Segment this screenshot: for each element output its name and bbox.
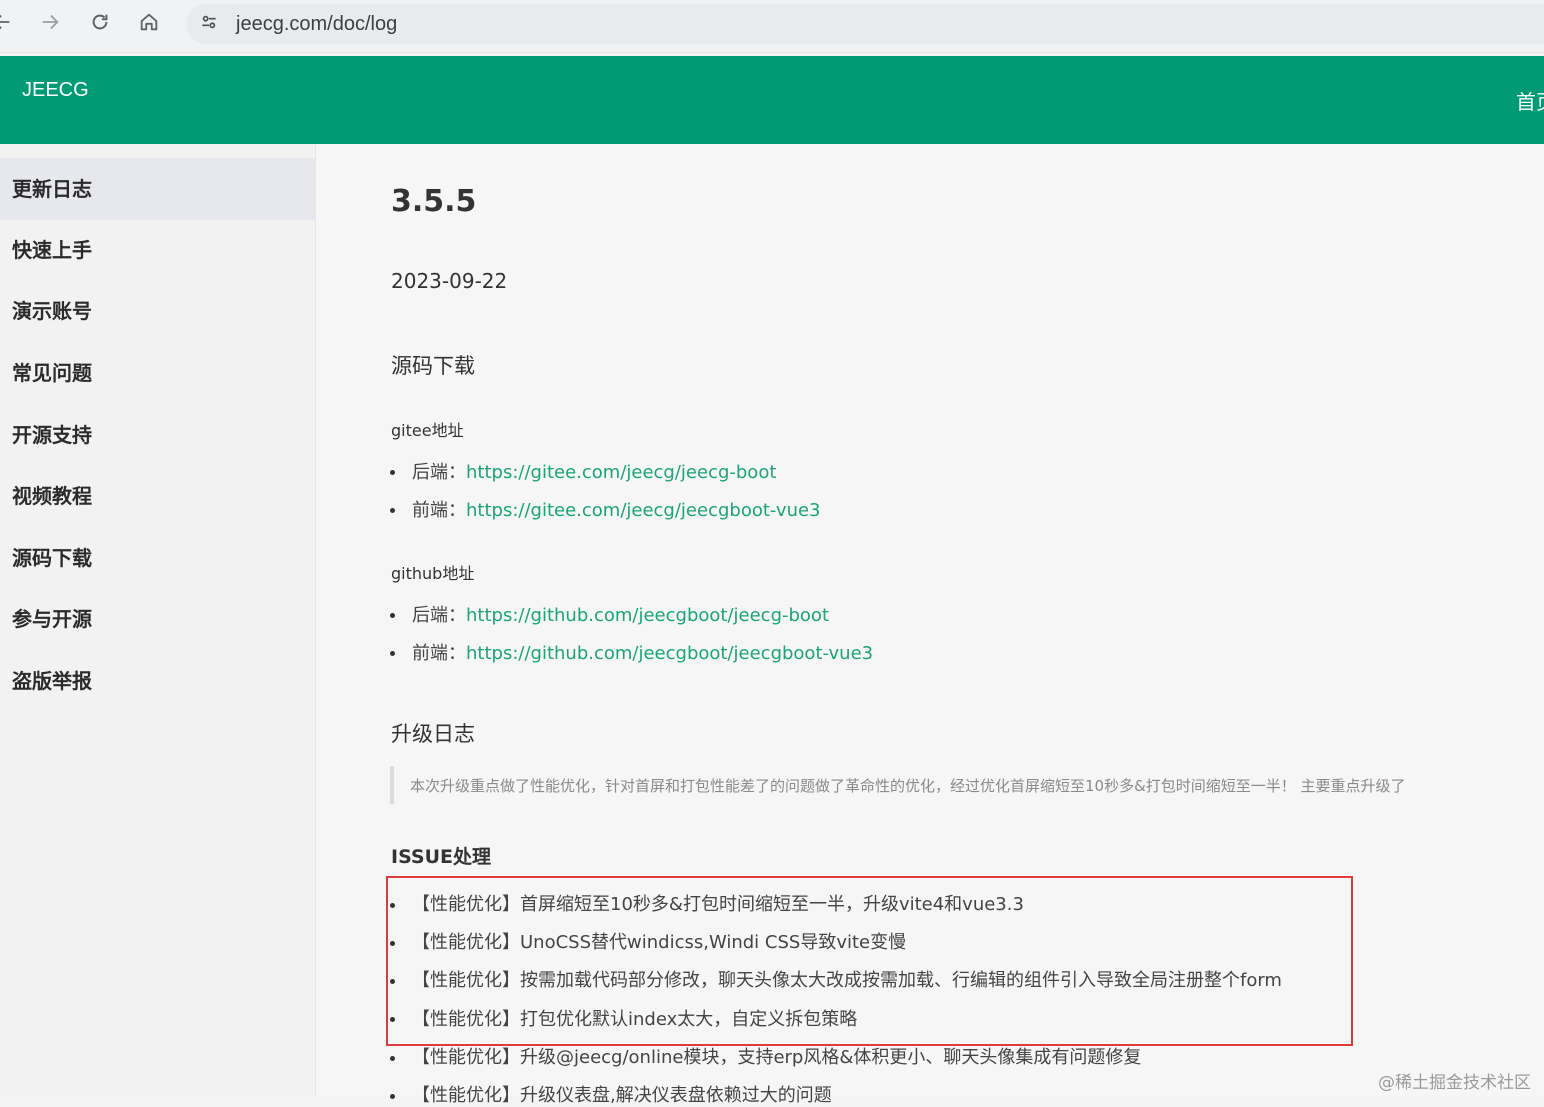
list-item: 前端：https://github.com/jeecgboot/jeecgboo…: [412, 639, 873, 665]
bullet-dot: [390, 613, 395, 618]
sidebar-item-faq[interactable]: 常见问题: [0, 342, 315, 404]
issue-heading: ISSUE处理: [391, 846, 491, 868]
list-item: 前端：https://gitee.com/jeecg/jeecgboot-vue…: [412, 496, 821, 522]
nav-link-home[interactable]: 首页: [1516, 86, 1544, 115]
browser-toolbar: jeecg.com/doc/log: [0, 0, 1544, 53]
list-item-label: 后端：: [412, 462, 466, 483]
upgrade-log-heading: 升级日志: [391, 722, 475, 746]
blockquote: 本次升级重点做了性能优化，针对首屏和打包性能差了的问题做了革命性的优化，经过优化…: [390, 766, 1544, 804]
sidebar-item-demo-account[interactable]: 演示账号: [0, 280, 315, 342]
download-heading: 源码下载: [391, 354, 475, 378]
list-item-label: 后端：: [412, 605, 466, 626]
site-logo[interactable]: JEECG: [22, 79, 89, 102]
sidebar-item-video-tutorial[interactable]: 视频教程: [0, 465, 315, 527]
list-item-label: 前端：: [412, 643, 466, 664]
list-item-label: 前端：: [412, 500, 466, 521]
back-button[interactable]: [0, 8, 18, 40]
issue-item: 【性能优化】升级仪表盘,解决仪表盘依赖过大的问题: [412, 1085, 832, 1106]
arrow-left-icon: [0, 11, 13, 37]
sidebar-item-contribute[interactable]: 参与开源: [0, 588, 315, 650]
bullet-dot: [390, 470, 395, 475]
bullet-dot: [390, 1056, 395, 1061]
bullet-dot: [390, 1094, 395, 1099]
list-item: 后端：https://github.com/jeecgboot/jeecg-bo…: [412, 601, 829, 627]
red-highlight-box: [386, 876, 1353, 1046]
gitee-backend-link[interactable]: https://gitee.com/jeecg/jeecg-boot: [466, 462, 776, 483]
version-title: 3.5.5: [391, 184, 477, 219]
github-heading: github地址: [391, 564, 475, 583]
home-button[interactable]: [133, 8, 165, 40]
gitee-heading: gitee地址: [391, 421, 464, 440]
home-icon: [138, 11, 160, 37]
sidebar-item-piracy-report[interactable]: 盗版举报: [0, 650, 315, 712]
sidebar-item-changelog[interactable]: 更新日志: [0, 158, 315, 220]
forward-button[interactable]: [34, 8, 66, 40]
sidebar-item-opensource-support[interactable]: 开源支持: [0, 404, 315, 466]
reload-icon: [89, 11, 111, 37]
watermark: @稀土掘金技术社区: [1378, 1073, 1531, 1093]
url-text[interactable]: jeecg.com/doc/log: [236, 13, 397, 36]
issue-item: 【性能优化】升级@jeecg/online模块，支持erp风格&体积更小、聊天头…: [412, 1047, 1142, 1068]
address-bar[interactable]: jeecg.com/doc/log: [186, 4, 1544, 44]
bullet-dot: [390, 508, 395, 513]
sidebar: 更新日志 快速上手 演示账号 常见问题 开源支持 视频教程 源码下载 参与开源 …: [0, 144, 316, 1096]
release-date: 2023-09-22: [391, 269, 508, 293]
site-info-button[interactable]: [194, 9, 224, 39]
github-frontend-link[interactable]: https://github.com/jeecgboot/jeecgboot-v…: [466, 643, 873, 664]
list-item: 后端：https://gitee.com/jeecg/jeecg-boot: [412, 458, 776, 484]
arrow-right-icon: [39, 11, 61, 37]
sidebar-item-quickstart[interactable]: 快速上手: [0, 219, 315, 281]
blockquote-text: 本次升级重点做了性能优化，针对首屏和打包性能差了的问题做了革命性的优化，经过优化…: [410, 777, 1406, 795]
tune-icon: [199, 12, 219, 36]
site-header: JEECG 首页: [0, 56, 1544, 144]
bullet-dot: [390, 651, 395, 656]
gitee-frontend-link[interactable]: https://gitee.com/jeecg/jeecgboot-vue3: [466, 500, 821, 521]
main-content: 3.5.5 2023-09-22 源码下载 gitee地址 后端：https:/…: [316, 144, 1544, 1106]
github-backend-link[interactable]: https://github.com/jeecgboot/jeecg-boot: [466, 605, 829, 626]
reload-button[interactable]: [84, 8, 116, 40]
sidebar-item-source-download[interactable]: 源码下载: [0, 527, 315, 589]
